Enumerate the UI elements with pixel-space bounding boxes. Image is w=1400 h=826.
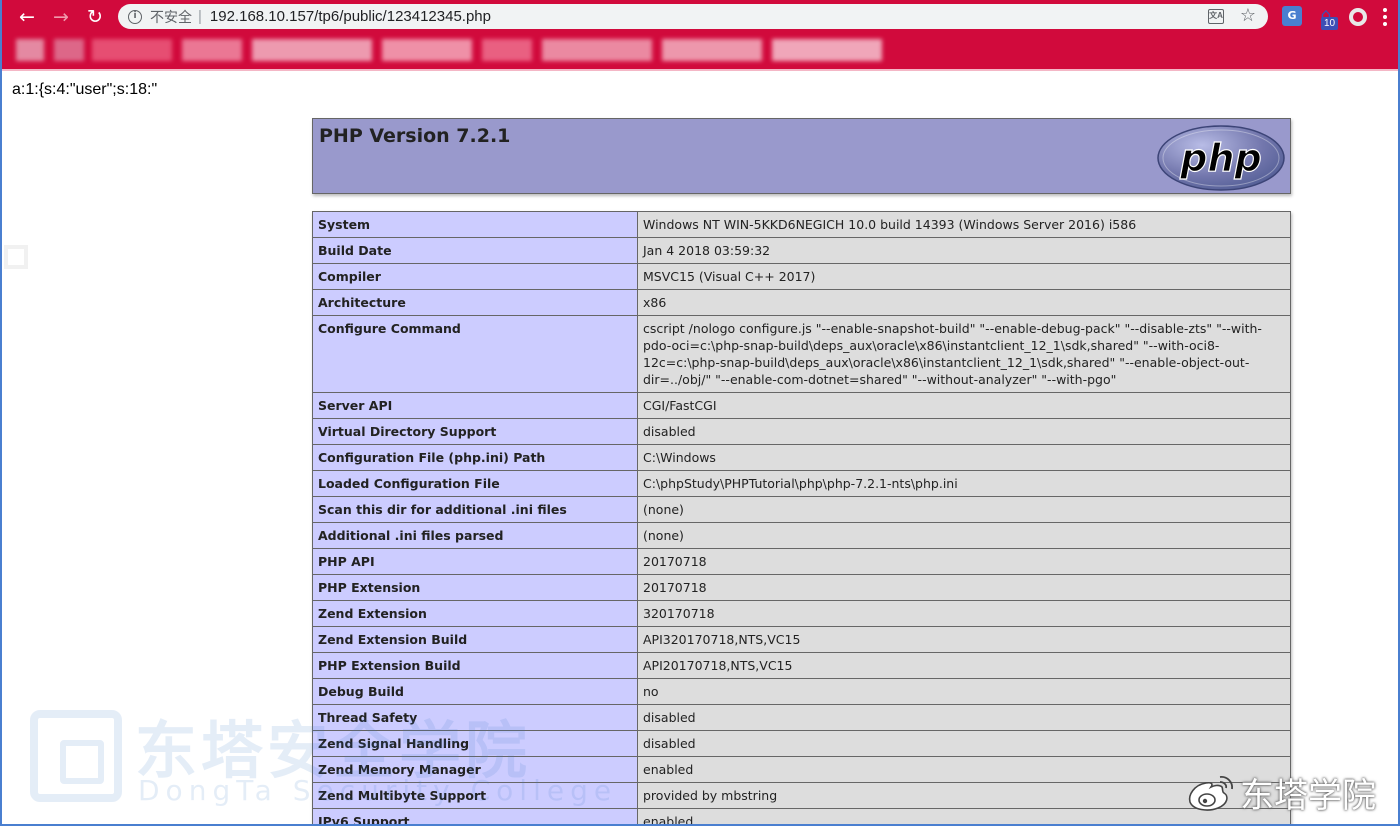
row-label: PHP Extension Build bbox=[312, 652, 638, 679]
row-value: disabled bbox=[637, 704, 1291, 731]
bookmarks-divider bbox=[2, 69, 1398, 71]
star-icon[interactable]: ☆ bbox=[1240, 5, 1256, 26]
row-label: Virtual Directory Support bbox=[312, 418, 638, 445]
row-label: PHP Extension bbox=[312, 574, 638, 601]
php-logo-icon: php bbox=[1157, 125, 1285, 191]
row-label: Zend Extension bbox=[312, 600, 638, 627]
table-row: Loaded Configuration File C:\phpStudy\PHP… bbox=[312, 470, 1291, 497]
table-row: Scan this dir for additional .ini files(… bbox=[312, 496, 1291, 523]
row-value: 20170718 bbox=[637, 548, 1291, 575]
row-value: C:\phpStudy\PHPTutorial\php\php-7.2.1-nt… bbox=[637, 470, 1291, 497]
row-value: MSVC15 (Visual C++ 2017) bbox=[637, 263, 1291, 290]
row-value: C:\Windows bbox=[637, 444, 1291, 471]
row-label: Configure Command bbox=[312, 315, 638, 393]
row-value: no bbox=[637, 678, 1291, 705]
info-icon[interactable]: i bbox=[128, 9, 142, 24]
watermark-box-icon bbox=[30, 710, 122, 802]
row-value: (none) bbox=[637, 522, 1291, 549]
table-row: Server API CGI/FastCGI bbox=[312, 392, 1291, 419]
row-value: disabled bbox=[637, 730, 1291, 757]
row-value: Jan 4 2018 03:59:32 bbox=[637, 237, 1291, 264]
weibo-icon bbox=[1188, 776, 1233, 811]
row-value: cscript /nologo configure.js "--enable-s… bbox=[637, 315, 1291, 393]
table-row: Compiler MSVC15 (Visual C++ 2017) bbox=[312, 263, 1291, 290]
address-bar[interactable]: i 不安全 | 192.168.10.157/tp6/public/123412… bbox=[118, 4, 1268, 29]
row-label: System bbox=[312, 211, 638, 238]
table-row: System Windows NT WIN-5KKD6NEGICH 10.0 bu… bbox=[312, 211, 1291, 238]
forward-button[interactable]: → bbox=[44, 0, 78, 33]
row-label: PHP API bbox=[312, 548, 638, 575]
row-value: CGI/FastCGI bbox=[637, 392, 1291, 419]
row-value: x86 bbox=[637, 289, 1291, 316]
row-value: 320170718 bbox=[637, 600, 1291, 627]
serialized-output-text: a:1:{s:4:"user";s:18:" bbox=[12, 81, 158, 98]
url-text[interactable]: 192.168.10.157/tp6/public/123412345.php bbox=[210, 8, 491, 25]
watermark-right-text: 东塔学院 bbox=[1240, 775, 1376, 816]
extension-badge: 10 bbox=[1321, 17, 1339, 30]
table-row: Additional .ini files parsed (none) bbox=[312, 522, 1291, 549]
watermark-logo: 东塔安全学院 DongTa Security College bbox=[30, 704, 611, 814]
browser-window: ← → ↻ i 不安全 | 192.168.10.157/tp6/public/… bbox=[0, 0, 1400, 826]
table-row: Configuration File (php.ini) Path C:\Wind… bbox=[312, 444, 1291, 471]
bookmarks-bar-blurred bbox=[2, 33, 1398, 70]
row-label: Loaded Configuration File bbox=[312, 470, 638, 497]
row-value: disabled bbox=[637, 418, 1291, 445]
row-label: Configuration File (php.ini) Path bbox=[312, 444, 638, 471]
edge-mark bbox=[4, 245, 28, 269]
php-logo-text: php bbox=[1179, 136, 1261, 180]
row-value: API20170718,NTS,VC15 bbox=[637, 652, 1291, 679]
table-row: PHP Extension 20170718 bbox=[312, 574, 1291, 601]
table-row: Configure Command cscript /nologo configu… bbox=[312, 315, 1291, 393]
row-label: Additional .ini files parsed bbox=[312, 522, 638, 549]
translate-icon[interactable]: 文A bbox=[1208, 9, 1224, 24]
back-button[interactable]: ← bbox=[10, 0, 44, 33]
browser-toolbar: ← → ↻ i 不安全 | 192.168.10.157/tp6/public/… bbox=[2, 0, 1398, 33]
row-label: Scan this dir for additional .ini files bbox=[312, 496, 638, 523]
table-row: Build Date Jan 4 2018 03:59:32 bbox=[312, 237, 1291, 264]
table-row: PHP API 20170718 bbox=[312, 548, 1291, 575]
weibo-watermark: 东塔学院 bbox=[1186, 768, 1376, 816]
table-row: Virtual Directory Support disabled bbox=[312, 418, 1291, 445]
row-label: Compiler bbox=[312, 263, 638, 290]
row-label: Architecture bbox=[312, 289, 638, 316]
table-row: PHP Extension Build API20170718,NTS,VC15 bbox=[312, 652, 1291, 679]
row-label: Server API bbox=[312, 392, 638, 419]
google-translate-extension-icon[interactable]: G bbox=[1282, 6, 1302, 26]
row-value: API320170718,NTS,VC15 bbox=[637, 626, 1291, 653]
security-label: 不安全 bbox=[150, 9, 192, 26]
row-label: Zend Extension Build bbox=[312, 626, 638, 653]
row-value: 20170718 bbox=[637, 574, 1291, 601]
row-value: (none) bbox=[637, 496, 1291, 523]
table-row: Architecture x86 bbox=[312, 289, 1291, 316]
url-separator: | bbox=[198, 8, 202, 25]
menu-icon[interactable] bbox=[1383, 8, 1387, 26]
page-title: PHP Version 7.2.1 bbox=[319, 125, 511, 147]
row-value: Windows NT WIN-5KKD6NEGICH 10.0 build 14… bbox=[637, 211, 1291, 238]
table-row: Zend Extension Build API320170718,NTS,VC1… bbox=[312, 626, 1291, 653]
phpinfo-header: PHP Version 7.2.1 php bbox=[312, 118, 1291, 194]
row-label: Build Date bbox=[312, 237, 638, 264]
watermark-subtitle: DongTa Security College bbox=[138, 774, 618, 807]
reload-button[interactable]: ↻ bbox=[78, 0, 112, 33]
circle-extension-icon[interactable] bbox=[1349, 8, 1367, 26]
table-row: Zend Extension 320170718 bbox=[312, 600, 1291, 627]
